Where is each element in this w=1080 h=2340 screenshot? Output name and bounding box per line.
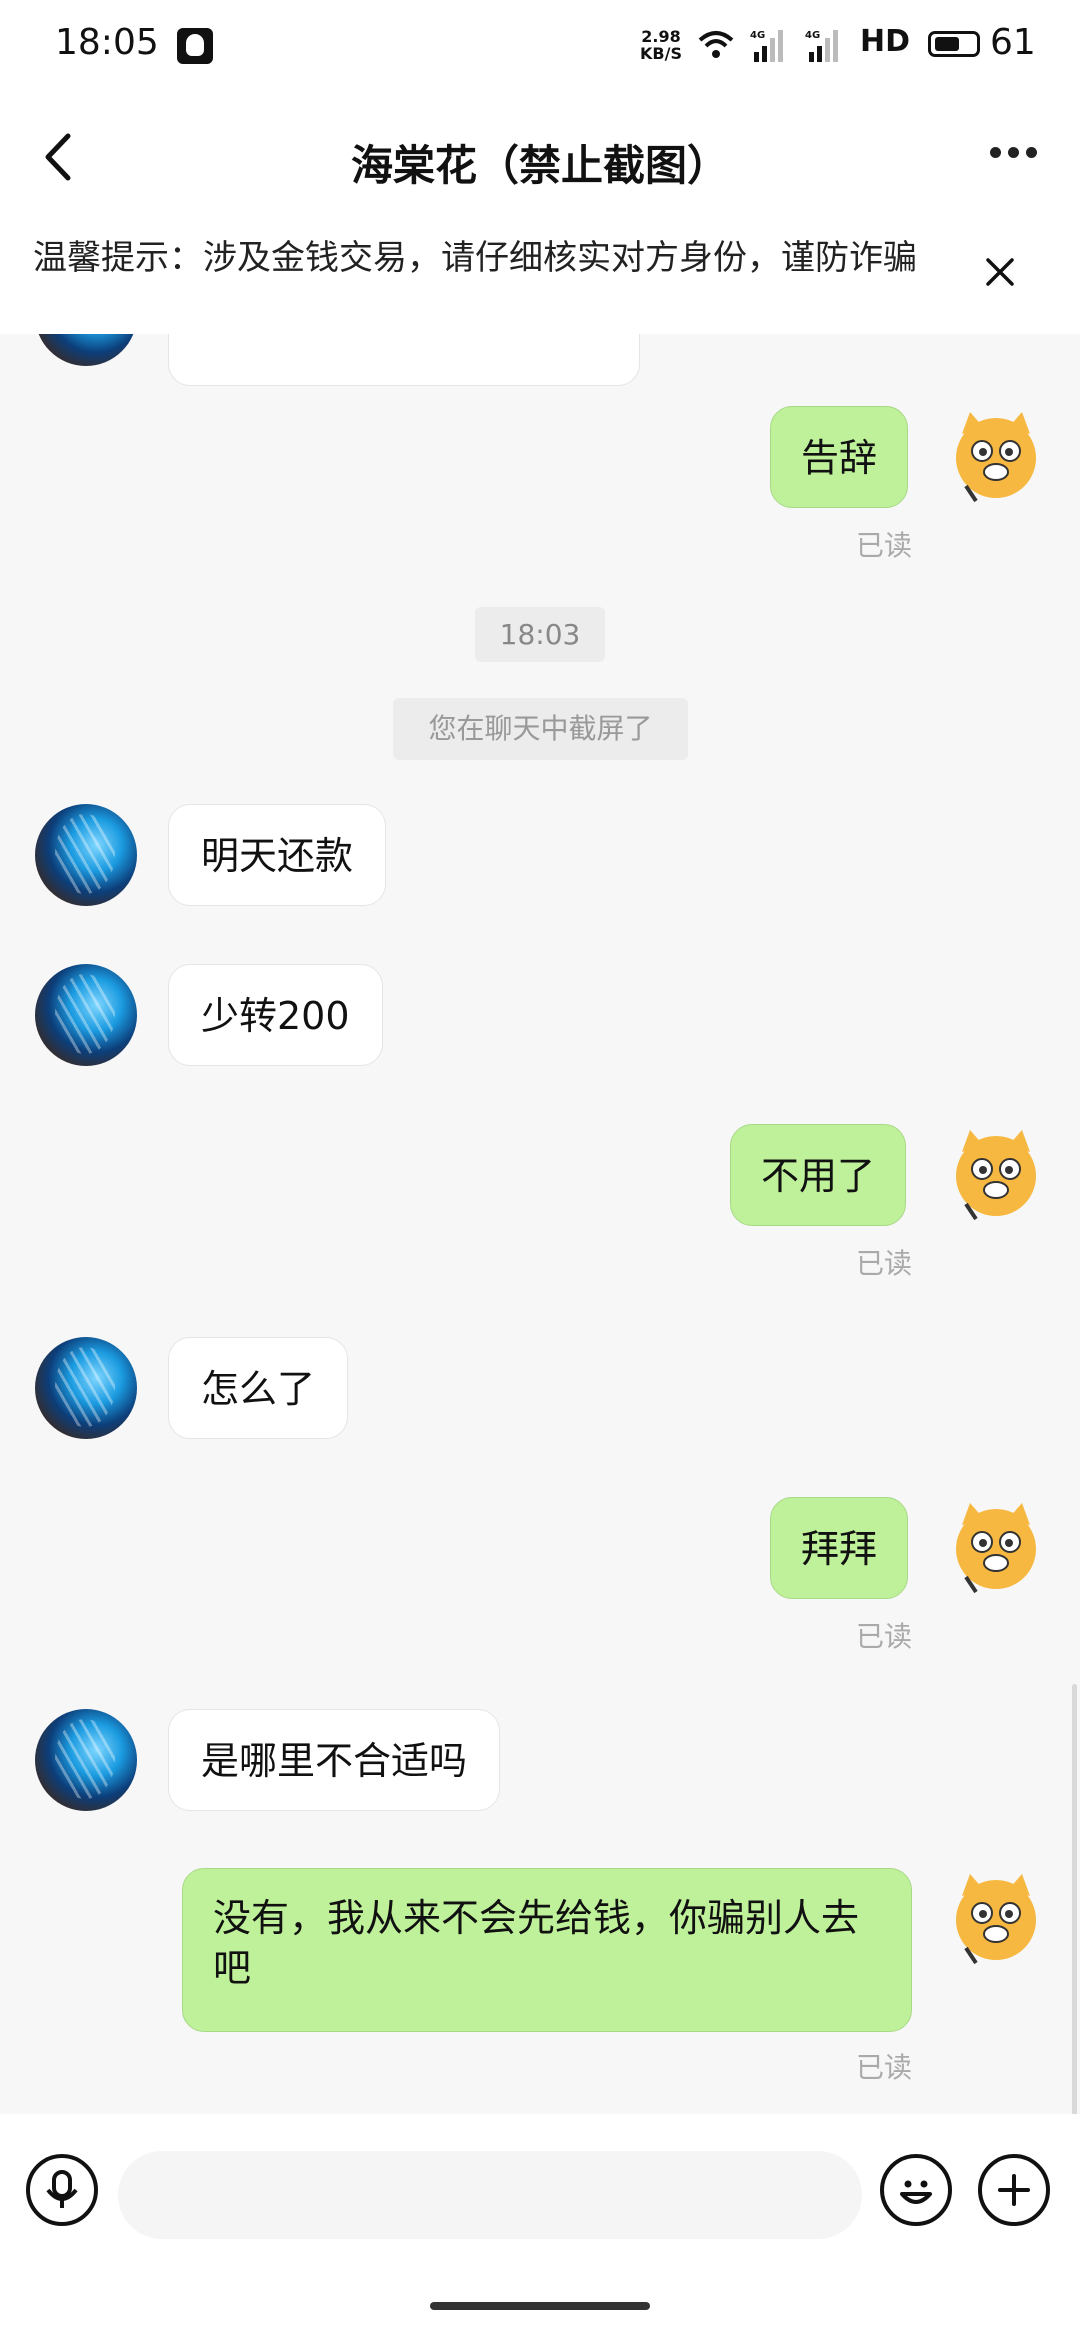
doge-avatar-icon[interactable] xyxy=(946,406,1046,506)
system-notice: 您在聊天中截屏了 xyxy=(393,698,688,760)
plus-icon xyxy=(998,2174,1030,2206)
microphone-icon xyxy=(46,2170,78,2208)
partial-bubble xyxy=(168,334,640,386)
contact-avatar[interactable] xyxy=(35,964,137,1066)
fraud-warning-text: 温馨提示：涉及金钱交易，请仔细核实对方身份，谨防诈骗 xyxy=(33,238,917,278)
read-status: 已读 xyxy=(856,1620,913,1653)
message-bubble[interactable]: 没有，我从来不会先给钱，你骗别人去吧 xyxy=(182,1868,912,2032)
network-speed-value: 2.98 xyxy=(641,27,681,46)
status-bar: 18:05 2.98 KB/S 4G 4G HD 61 xyxy=(0,0,1080,92)
doge-avatar-icon[interactable] xyxy=(946,1124,1046,1224)
message-bubble[interactable]: 是哪里不合适吗 xyxy=(168,1709,501,1811)
smiley-icon xyxy=(900,2180,932,2204)
more-dots-icon[interactable] xyxy=(990,147,1038,161)
plus-button[interactable] xyxy=(978,2154,1050,2226)
read-status: 已读 xyxy=(856,2051,913,2084)
contact-avatar[interactable] xyxy=(35,1337,137,1439)
message-input[interactable] xyxy=(118,2151,862,2239)
home-indicator[interactable] xyxy=(430,2302,650,2310)
contact-avatar xyxy=(35,334,137,366)
hd-indicator: HD xyxy=(860,24,911,59)
contact-avatar[interactable] xyxy=(35,804,137,906)
message-bubble[interactable]: 明天还款 xyxy=(168,804,387,906)
emoji-button[interactable] xyxy=(880,2154,952,2226)
wifi-icon xyxy=(698,31,734,58)
network-speed-unit: KB/S xyxy=(640,44,682,63)
message-bubble[interactable]: 拜拜 xyxy=(770,1497,909,1599)
message-bubble[interactable]: 不用了 xyxy=(730,1124,907,1226)
message-bubble[interactable]: 告辞 xyxy=(770,406,909,508)
close-icon[interactable] xyxy=(985,257,1015,287)
contact-avatar[interactable] xyxy=(35,1709,137,1811)
signal-4g-icon: 4G xyxy=(750,30,783,62)
svg-text:4G: 4G xyxy=(805,30,820,41)
message-bubble[interactable]: 怎么了 xyxy=(168,1337,349,1439)
svg-text:4G: 4G xyxy=(750,30,765,41)
chat-header: 海棠花（禁止截图） xyxy=(0,92,1080,222)
read-status: 已读 xyxy=(856,529,913,562)
fraud-warning-banner: 温馨提示：涉及金钱交易，请仔细核实对方身份，谨防诈骗 xyxy=(0,222,1080,334)
battery-level: 61 xyxy=(990,22,1036,63)
doge-avatar-icon[interactable] xyxy=(946,1497,1046,1597)
battery-fill xyxy=(935,37,960,51)
chat-message-list[interactable]: 告辞 已读 18:03 您在聊天中截屏了 明天还款 少转200 不用了 已读 怎… xyxy=(0,334,1080,2114)
network-speed: 2.98 KB/S xyxy=(640,28,682,62)
qq-notification-icon xyxy=(177,28,213,64)
signal-4g-icon: 4G xyxy=(805,30,838,62)
battery-icon xyxy=(928,31,980,57)
read-status: 已读 xyxy=(856,1247,913,1280)
doge-avatar-icon[interactable] xyxy=(946,1868,1046,1968)
status-time: 18:05 xyxy=(55,22,159,63)
chat-title: 海棠花（禁止截图） xyxy=(350,141,729,190)
timestamp-pill: 18:03 xyxy=(475,607,605,662)
message-bubble[interactable]: 少转200 xyxy=(168,964,383,1066)
voice-button[interactable] xyxy=(26,2154,98,2226)
chat-scrollbar[interactable] xyxy=(1072,1684,1077,2114)
